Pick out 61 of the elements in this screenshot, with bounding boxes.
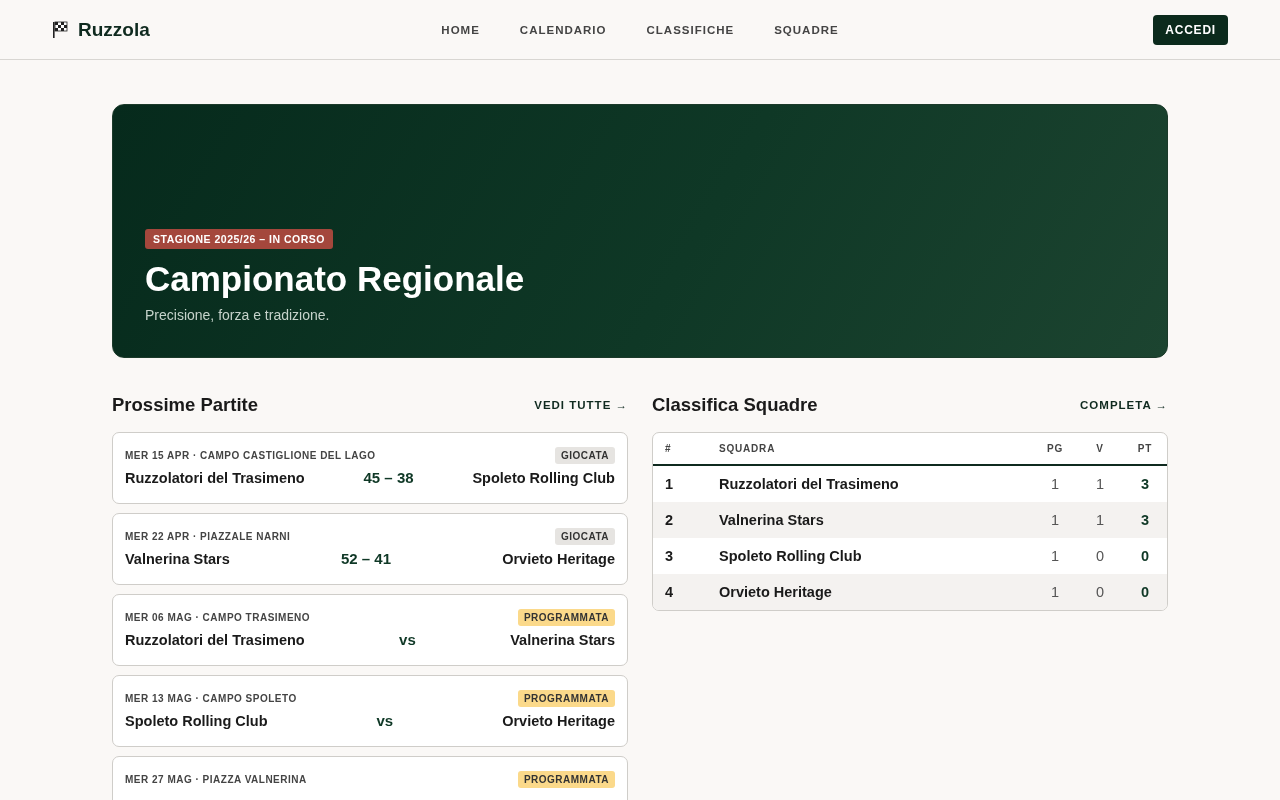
- nav-link[interactable]: CLASSIFICHE: [646, 23, 735, 36]
- match-card[interactable]: MER 15 APR · CAMPO CASTIGLIONE DEL LAGO GIOCATA Ruzzolatori del Trasimeno 45 – 38 Spoleto Rolling Club: [112, 432, 628, 504]
- away-team: Orvieto Heritage: [502, 550, 615, 567]
- table-cell-text: 1: [1049, 547, 1061, 566]
- status-badge: PROGRAMMATA: [517, 609, 615, 626]
- table-cell-text: 1: [1094, 475, 1106, 494]
- table-cell-text: 2: [664, 511, 675, 530]
- table-cell-text: Ruzzolatori del Trasimeno: [718, 475, 900, 494]
- status-badge: GIOCATA: [554, 528, 615, 545]
- table-cell-text: 1: [1094, 511, 1106, 530]
- logo-text[interactable]: Ruzzola: [78, 18, 150, 41]
- see-all-link[interactable]: VEDI TUTTE →: [534, 399, 628, 411]
- table-cell-text: Orvieto Heritage: [718, 583, 833, 602]
- match-score: 45 – 38: [363, 469, 414, 486]
- status-badge: GIOCATA: [554, 447, 615, 464]
- match-card[interactable]: MER 27 MAG · PIAZZA VALNERINA PROGRAMMATA: [112, 756, 628, 800]
- checkered-flag-icon: [52, 20, 68, 39]
- table-cell-text: 1: [664, 475, 675, 494]
- nav-link[interactable]: HOME: [441, 23, 480, 36]
- nav-link[interactable]: CALENDARIO: [519, 23, 607, 36]
- table-cell-text: 1: [1049, 583, 1061, 602]
- away-team: Orvieto Heritage: [502, 712, 615, 729]
- table-cell-text: 1: [1049, 511, 1061, 530]
- match-card[interactable]: MER 13 MAG · CAMPO SPOLETO PROGRAMMATA Spoleto Rolling Club vs Orvieto Heritage: [112, 675, 628, 747]
- match-card[interactable]: MER 06 MAG · CAMPO TRASIMENO PROGRAMMATA Ruzzolatori del Trasimeno vs Valnerina Stars: [112, 594, 628, 666]
- table-cell-text: 0: [1094, 547, 1106, 566]
- versus-label: vs: [376, 712, 394, 729]
- table-cell-text: 4: [664, 583, 675, 602]
- match-card[interactable]: MER 22 APR · PIAZZALE NARNI GIOCATA Valnerina Stars 52 – 41 Orvieto Heritage: [112, 513, 628, 585]
- table-cell-text: Valnerina Stars: [718, 511, 825, 530]
- home-team: Ruzzolatori del Trasimeno: [125, 469, 305, 486]
- section-title: Prossime Partite: [112, 394, 258, 416]
- season-badge: STAGIONE 2025/26 – IN CORSO: [145, 229, 334, 249]
- match-meta: MER 13 MAG · CAMPO SPOLETO: [125, 693, 297, 704]
- versus-label: vs: [399, 631, 416, 648]
- match-meta: MER 22 APR · PIAZZALE NARNI: [125, 531, 291, 542]
- full-standings-link[interactable]: COMPLETA →: [1080, 399, 1168, 411]
- home-team: Spoleto Rolling Club: [125, 712, 268, 729]
- away-team: Valnerina Stars: [510, 631, 615, 648]
- away-team: Spoleto Rolling Club: [472, 469, 615, 486]
- table-cell-text: 0: [1139, 547, 1151, 566]
- match-score: 52 – 41: [340, 550, 391, 567]
- login-button[interactable]: ACCEDI: [1153, 14, 1228, 45]
- hero-subtitle: Precisione, forza e tradizione.: [145, 307, 331, 323]
- table-cell-text: 3: [664, 547, 675, 566]
- table-cell-text: 3: [1139, 475, 1151, 494]
- nav-link[interactable]: SQUADRE: [774, 23, 839, 36]
- status-badge: PROGRAMMATA: [517, 771, 615, 788]
- match-meta: MER 27 MAG · PIAZZA VALNERINA: [125, 774, 307, 785]
- table-cell-text: 0: [1094, 583, 1106, 602]
- table-cell-text: Spoleto Rolling Club: [718, 547, 863, 566]
- table-cell-text: 0: [1139, 583, 1151, 602]
- table-cell-text: 1: [1049, 475, 1061, 494]
- home-team: Valnerina Stars: [125, 550, 230, 567]
- hero-title: Campionato Regionale: [145, 259, 526, 299]
- table-cell-text: 3: [1139, 511, 1151, 530]
- match-meta: MER 06 MAG · CAMPO TRASIMENO: [125, 612, 311, 623]
- match-meta: MER 15 APR · CAMPO CASTIGLIONE DEL LAGO: [125, 450, 376, 461]
- status-badge: PROGRAMMATA: [517, 690, 615, 707]
- section-title: Classifica Squadre: [652, 394, 818, 416]
- home-team: Ruzzolatori del Trasimeno: [125, 631, 305, 648]
